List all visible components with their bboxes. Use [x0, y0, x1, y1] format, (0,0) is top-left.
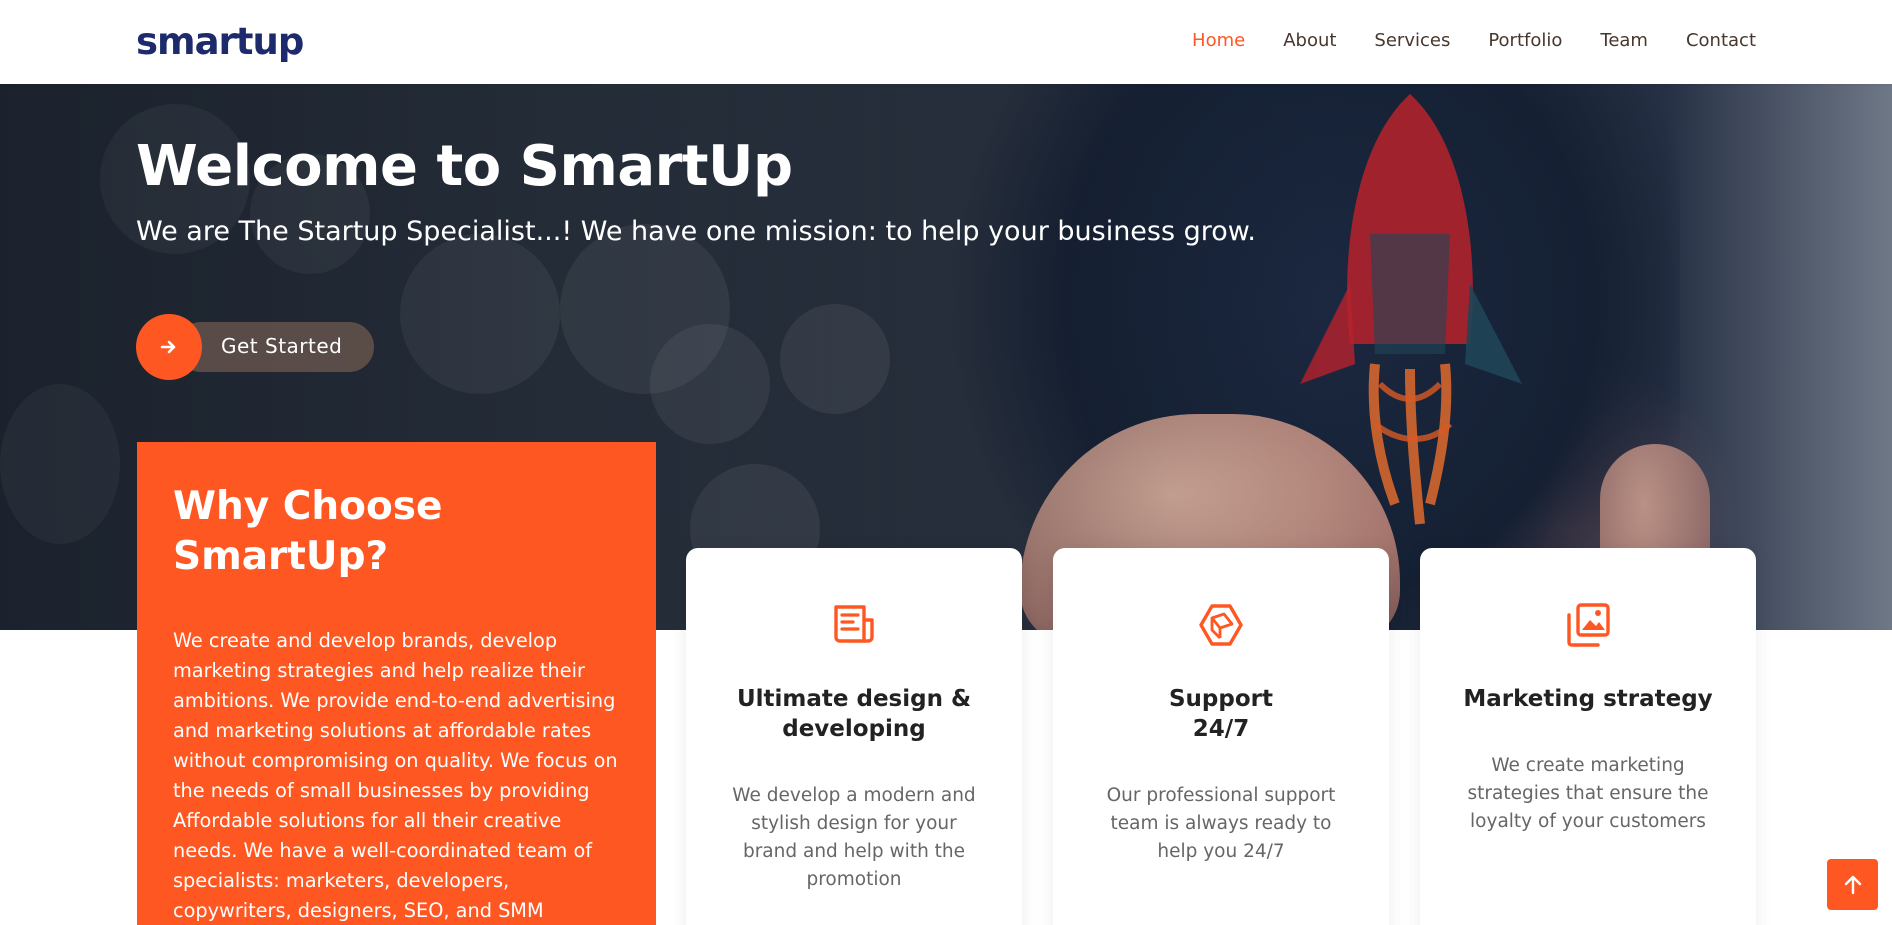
nav-services[interactable]: Services [1374, 30, 1450, 51]
images-icon [1567, 603, 1610, 647]
logo[interactable]: smartup [136, 14, 304, 68]
get-started-label: Get Started [221, 334, 343, 358]
box-icon [1199, 604, 1243, 646]
back-to-top-button[interactable] [1827, 859, 1878, 910]
hero-title: Welcome to SmartUp [136, 134, 793, 199]
logo-text: smartup [136, 19, 304, 63]
why-title: Why Choose SmartUp? [173, 484, 443, 579]
page: smartup Home About Services Portfolio Te… [0, 0, 1892, 925]
hero-subtitle: We are The Startup Specialist...! We hav… [136, 216, 1256, 247]
feature-card-support: Support 24/7 Our professional support te… [1053, 548, 1389, 925]
nav-portfolio[interactable]: Portfolio [1488, 30, 1562, 51]
feature-text: We create marketing strategies that ensu… [1467, 755, 1709, 832]
main-nav: Home About Services Portfolio Team Conta… [1192, 0, 1756, 80]
arrow-right-icon [136, 314, 202, 380]
site-header: smartup Home About Services Portfolio Te… [0, 0, 1892, 84]
feature-card-design: Ultimate design & developing We develop … [686, 548, 1022, 925]
feature-title: Ultimate design & developing [736, 686, 972, 742]
why-choose-box: Why Choose SmartUp? We create and develo… [137, 442, 656, 925]
nav-contact[interactable]: Contact [1686, 30, 1756, 51]
nav-team[interactable]: Team [1600, 30, 1648, 51]
feature-text: We develop a modern and stylish design f… [732, 785, 976, 890]
feature-title: Marketing strategy [1463, 686, 1713, 712]
feature-text: Our professional support team is always … [1106, 785, 1336, 862]
why-text: We create and develop brands, develop ma… [173, 629, 618, 922]
nav-about[interactable]: About [1283, 30, 1336, 51]
arrow-up-icon [1844, 875, 1861, 894]
newspaper-icon [834, 605, 874, 643]
get-started-button[interactable]: Get Started [136, 314, 374, 380]
feature-title: Support 24/7 [1168, 686, 1273, 742]
feature-card-marketing: Marketing strategy We create marketing s… [1420, 548, 1756, 925]
nav-home[interactable]: Home [1192, 30, 1245, 51]
